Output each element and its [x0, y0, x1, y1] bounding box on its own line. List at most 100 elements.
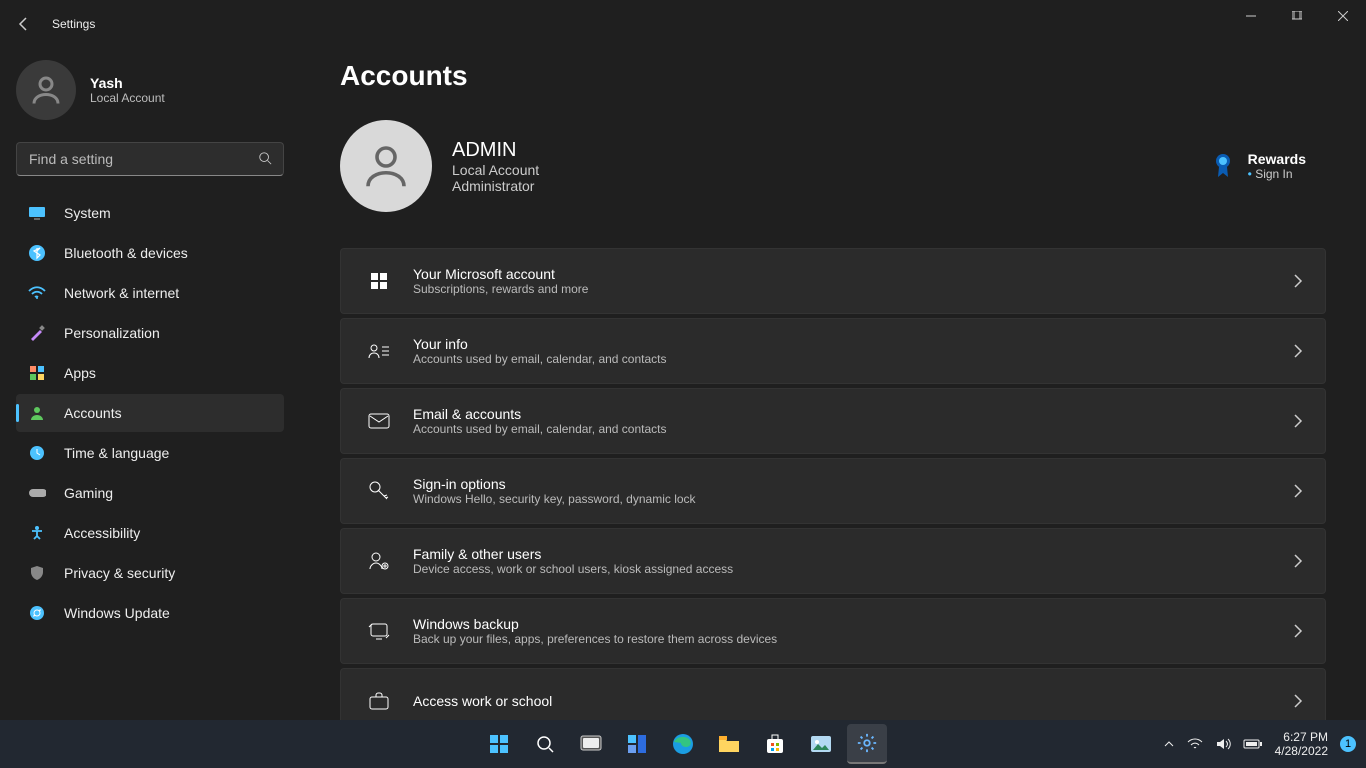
- family-icon: [363, 551, 395, 571]
- volume-tray-icon[interactable]: [1215, 737, 1231, 751]
- settings-card-windows-backup[interactable]: Windows backupBack up your files, apps, …: [340, 598, 1326, 664]
- account-role: Administrator: [452, 178, 539, 194]
- nav-label: Bluetooth & devices: [64, 245, 188, 261]
- card-title: Your Microsoft account: [413, 266, 588, 282]
- nav-label: Apps: [64, 365, 96, 381]
- ms-store-icon[interactable]: [755, 724, 795, 764]
- tray-clock[interactable]: 6:27 PM 4/28/2022: [1275, 730, 1328, 759]
- nav-label: Gaming: [64, 485, 113, 501]
- system-icon: [28, 204, 46, 222]
- person-list-icon: [363, 342, 395, 360]
- tray-date: 4/28/2022: [1275, 744, 1328, 758]
- brush-icon: [28, 324, 46, 342]
- search-field[interactable]: [16, 142, 284, 176]
- settings-card-family-other-users[interactable]: Family & other usersDevice access, work …: [340, 528, 1326, 594]
- nav-label: Accessibility: [64, 525, 140, 541]
- nav-label: Personalization: [64, 325, 160, 341]
- minimize-button[interactable]: [1228, 0, 1274, 32]
- update-icon: [28, 604, 46, 622]
- settings-card-your-info[interactable]: Your infoAccounts used by email, calenda…: [340, 318, 1326, 384]
- photos-icon[interactable]: [801, 724, 841, 764]
- start-button[interactable]: [479, 724, 519, 764]
- card-subtitle: Accounts used by email, calendar, and co…: [413, 422, 666, 436]
- chevron-right-icon: [1293, 344, 1303, 358]
- nav-label: Privacy & security: [64, 565, 175, 581]
- accessibility-icon: [28, 524, 46, 542]
- widgets-icon[interactable]: [617, 724, 657, 764]
- wifi-icon: [28, 284, 46, 302]
- notification-badge[interactable]: 1: [1340, 736, 1356, 752]
- edge-icon[interactable]: [663, 724, 703, 764]
- card-title: Family & other users: [413, 546, 733, 562]
- key-icon: [363, 480, 395, 502]
- nav-item-personalization[interactable]: Personalization: [16, 314, 284, 352]
- settings-card-sign-in-options[interactable]: Sign-in optionsWindows Hello, security k…: [340, 458, 1326, 524]
- nav-item-system[interactable]: System: [16, 194, 284, 232]
- rewards-block[interactable]: Rewards Sign In: [1212, 151, 1326, 181]
- nav-item-time-language[interactable]: Time & language: [16, 434, 284, 472]
- tray-time: 6:27 PM: [1275, 730, 1328, 744]
- card-subtitle: Windows Hello, security key, password, d…: [413, 492, 696, 506]
- chevron-right-icon: [1293, 274, 1303, 288]
- card-title: Access work or school: [413, 693, 552, 709]
- nav-item-gaming[interactable]: Gaming: [16, 474, 284, 512]
- user-name: Yash: [90, 75, 165, 91]
- nav-label: Network & internet: [64, 285, 179, 301]
- nav-item-windows-update[interactable]: Windows Update: [16, 594, 284, 632]
- nav-list: System Bluetooth & devices Network & inter…: [16, 194, 284, 632]
- taskbar: 6:27 PM 4/28/2022 1: [0, 720, 1366, 768]
- shield-icon: [28, 564, 46, 582]
- card-subtitle: Device access, work or school users, kio…: [413, 562, 733, 576]
- card-subtitle: Back up your files, apps, preferences to…: [413, 632, 777, 646]
- avatar: [16, 60, 76, 120]
- card-subtitle: Subscriptions, rewards and more: [413, 282, 588, 296]
- taskbar-pinned-apps: [479, 724, 887, 764]
- backup-icon: [363, 621, 395, 641]
- user-type: Local Account: [90, 91, 165, 105]
- nav-item-bluetooth-devices[interactable]: Bluetooth & devices: [16, 234, 284, 272]
- nav-item-apps[interactable]: Apps: [16, 354, 284, 392]
- nav-label: System: [64, 205, 111, 221]
- back-button[interactable]: [8, 8, 40, 40]
- card-title: Your info: [413, 336, 666, 352]
- titlebar: Settings: [0, 0, 1366, 48]
- settings-card-access-work-or-school[interactable]: Access work or school: [340, 668, 1326, 720]
- rewards-title: Rewards: [1248, 151, 1306, 167]
- card-title: Sign-in options: [413, 476, 696, 492]
- file-explorer-icon[interactable]: [709, 724, 749, 764]
- card-title: Email & accounts: [413, 406, 666, 422]
- clock-icon: [28, 444, 46, 462]
- settings-taskbar-icon[interactable]: [847, 724, 887, 764]
- taskbar-search-icon[interactable]: [525, 724, 565, 764]
- search-input[interactable]: [16, 142, 284, 176]
- windows-icon: [363, 271, 395, 291]
- nav-label: Windows Update: [64, 605, 170, 621]
- current-user-block[interactable]: Yash Local Account: [16, 60, 284, 120]
- chevron-right-icon: [1293, 484, 1303, 498]
- nav-label: Accounts: [64, 405, 122, 421]
- apps-icon: [28, 364, 46, 382]
- search-icon: [258, 151, 272, 165]
- window-controls: [1228, 0, 1366, 32]
- chevron-right-icon: [1293, 414, 1303, 428]
- rewards-signin: Sign In: [1248, 167, 1306, 181]
- task-view-icon[interactable]: [571, 724, 611, 764]
- chevron-right-icon: [1293, 554, 1303, 568]
- close-button[interactable]: [1320, 0, 1366, 32]
- tray-overflow-icon[interactable]: [1163, 738, 1175, 750]
- system-tray: 6:27 PM 4/28/2022 1: [1163, 730, 1356, 759]
- settings-card-your-microsoft-account[interactable]: Your Microsoft accountSubscriptions, rew…: [340, 248, 1326, 314]
- nav-item-network-internet[interactable]: Network & internet: [16, 274, 284, 312]
- main-content: Accounts ADMIN Local Account Administrat…: [300, 48, 1366, 720]
- battery-tray-icon[interactable]: [1243, 738, 1263, 750]
- settings-card-list: Your Microsoft accountSubscriptions, rew…: [340, 248, 1326, 720]
- window-title: Settings: [52, 17, 95, 31]
- account-avatar[interactable]: [340, 120, 432, 212]
- nav-item-privacy-security[interactable]: Privacy & security: [16, 554, 284, 592]
- nav-item-accounts[interactable]: Accounts: [16, 394, 284, 432]
- maximize-button[interactable]: [1274, 0, 1320, 32]
- settings-card-email-accounts[interactable]: Email & accountsAccounts used by email, …: [340, 388, 1326, 454]
- nav-item-accessibility[interactable]: Accessibility: [16, 514, 284, 552]
- gamepad-icon: [28, 484, 46, 502]
- wifi-tray-icon[interactable]: [1187, 737, 1203, 751]
